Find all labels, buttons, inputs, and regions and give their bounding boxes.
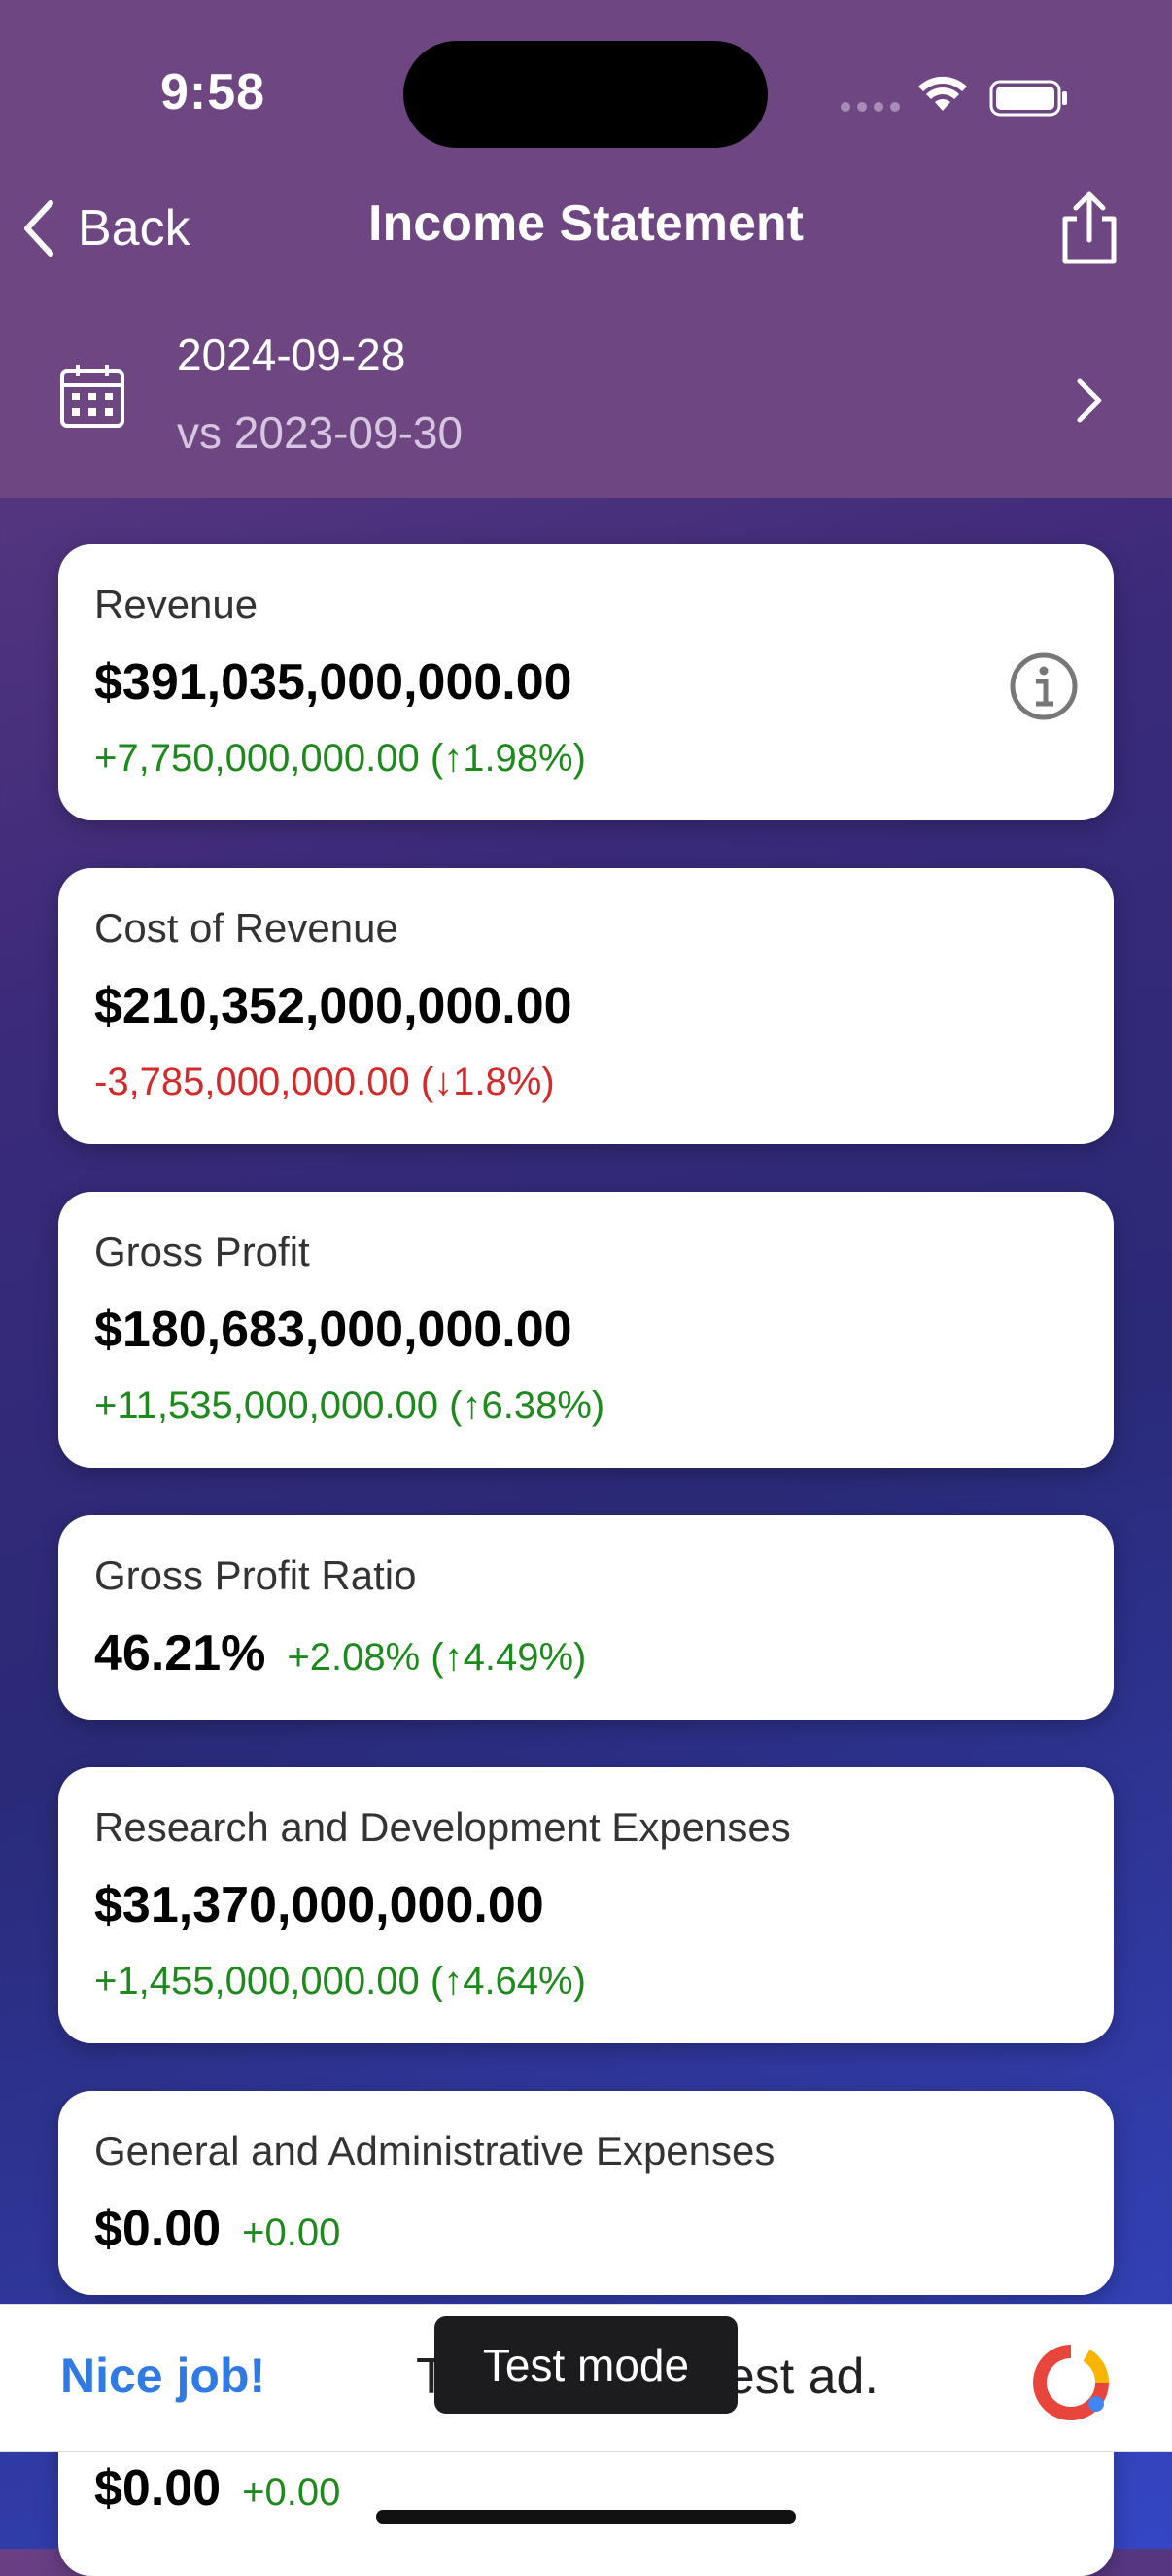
card-change: -3,785,000,000.00 (↓1.8%)	[94, 1061, 555, 1103]
card-label: Gross Profit	[94, 1229, 310, 1274]
card-change: +1,455,000,000.00 (↑4.64%)	[94, 1960, 586, 2002]
share-icon[interactable]	[1057, 190, 1121, 267]
card-change: +0.00	[242, 2211, 341, 2254]
selected-date: 2024-09-28	[177, 330, 406, 380]
card-change: +7,750,000,000.00 (↑1.98%)	[94, 737, 586, 780]
card-change: +11,535,000,000.00 (↑6.38%)	[94, 1384, 605, 1427]
status-icons	[841, 76, 1067, 117]
card-change: +0.00	[242, 2471, 341, 2514]
ad-headline: Nice job!	[60, 2349, 266, 2403]
card-value: $31,370,000,000.00	[94, 1877, 544, 1933]
card-gross-profit-ratio[interactable]: Gross Profit Ratio 46.21% +2.08% (↑4.49%)	[58, 1515, 1114, 1720]
ad-banner[interactable]: Nice job! T 0 test ad. Test mode	[0, 2304, 1172, 2452]
card-label: Gross Profit Ratio	[94, 1552, 417, 1598]
battery-icon	[989, 80, 1067, 117]
card-label: Research and Development Expenses	[94, 1804, 791, 1850]
status-time: 9:58	[160, 64, 266, 121]
card-value: $0.00	[94, 2201, 222, 2257]
card-cost-of-revenue[interactable]: Cost of Revenue $210,352,000,000.00 -3,7…	[58, 868, 1114, 1144]
top-bar: 9:58 Back Income Statement 2024-09-28 vs…	[0, 0, 1172, 498]
card-gross-profit[interactable]: Gross Profit $180,683,000,000.00 +11,535…	[58, 1192, 1114, 1468]
chevron-right-icon	[1077, 378, 1102, 423]
compare-date: vs 2023-09-30	[177, 407, 464, 458]
card-value: $180,683,000,000.00	[94, 1302, 572, 1358]
ad-logo-icon	[1033, 2345, 1110, 2420]
info-icon[interactable]	[1009, 651, 1079, 721]
card-label: Cost of Revenue	[94, 905, 398, 951]
card-general-administrative[interactable]: General and Administrative Expenses $0.0…	[58, 2091, 1114, 2295]
card-value: $391,035,000,000.00	[94, 654, 572, 711]
calendar-icon	[60, 365, 124, 428]
card-revenue[interactable]: Revenue $391,035,000,000.00 +7,750,000,0…	[58, 544, 1114, 820]
dynamic-island	[403, 41, 768, 148]
card-value: $210,352,000,000.00	[94, 978, 572, 1034]
card-value-row: 46.21% +2.08% (↑4.49%)	[94, 1624, 586, 1683]
card-label: General and Administrative Expenses	[94, 2128, 776, 2174]
home-indicator	[376, 2510, 796, 2524]
card-value-row: $0.00 +0.00	[94, 2459, 340, 2518]
test-mode-toast: Test mode	[434, 2316, 738, 2414]
card-label: Revenue	[94, 581, 259, 627]
date-selector[interactable]: 2024-09-28 vs 2023-09-30	[0, 309, 1172, 474]
page-title: Income Statement	[368, 195, 804, 252]
card-change: +2.08% (↑4.49%)	[287, 1636, 587, 1679]
card-value-row: $0.00 +0.00	[94, 2200, 340, 2258]
card-research-development[interactable]: Research and Development Expenses $31,37…	[58, 1767, 1114, 2043]
card-value: $0.00	[94, 2460, 222, 2517]
card-value: 46.21%	[94, 1625, 266, 1682]
wifi-icon	[918, 76, 967, 111]
